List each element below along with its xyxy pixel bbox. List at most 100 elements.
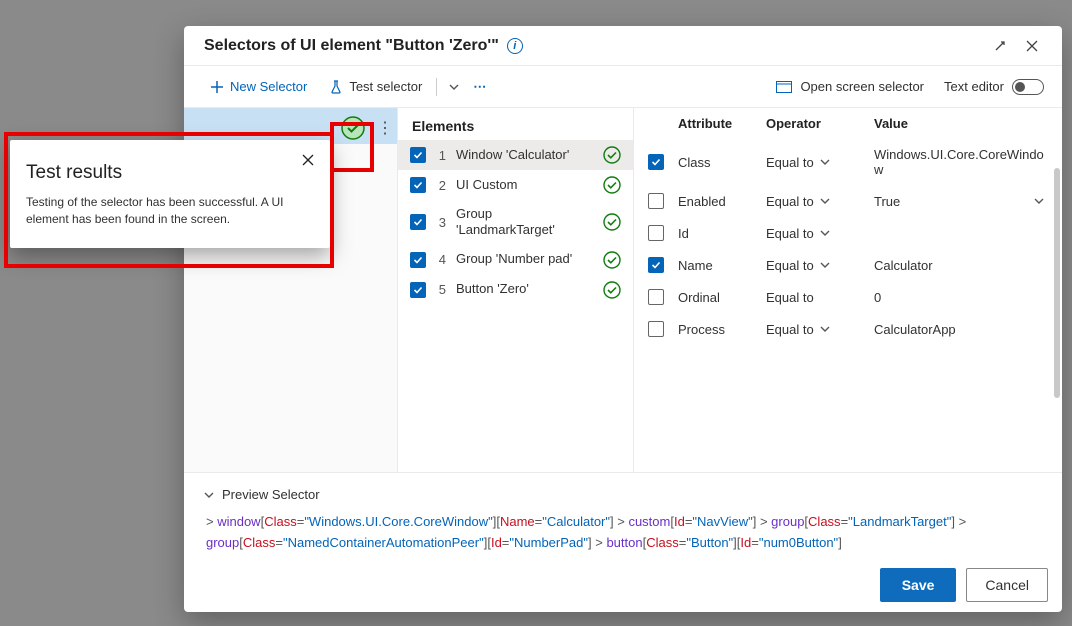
attribute-checkbox[interactable] bbox=[648, 321, 664, 337]
element-index: 1 bbox=[436, 148, 446, 163]
preview-token: "Calculator" bbox=[542, 514, 610, 529]
new-selector-label: New Selector bbox=[230, 79, 307, 94]
attribute-name: Id bbox=[678, 226, 758, 241]
test-selector-label: Test selector bbox=[349, 79, 422, 94]
element-checkbox[interactable] bbox=[410, 252, 426, 268]
operator-cell[interactable]: Equal to bbox=[766, 226, 866, 241]
preview-token: Class bbox=[808, 514, 841, 529]
attribute-name: Class bbox=[678, 155, 758, 170]
attribute-checkbox[interactable] bbox=[648, 193, 664, 209]
preview-token: "NavView" bbox=[692, 514, 752, 529]
preview-token: Class bbox=[243, 535, 276, 550]
annotation-status-highlight bbox=[330, 122, 374, 172]
attribute-checkbox[interactable] bbox=[648, 225, 664, 241]
dialog-header: Selectors of UI element "Button 'Zero'" … bbox=[184, 26, 1062, 66]
value-cell[interactable]: Calculator bbox=[874, 258, 1044, 273]
element-checkbox[interactable] bbox=[410, 177, 426, 193]
element-row[interactable]: 2UI Custom bbox=[398, 170, 633, 200]
operator-cell[interactable]: Equal to bbox=[766, 258, 866, 273]
preview-token: = bbox=[275, 535, 283, 550]
operator-cell[interactable]: Equal to bbox=[766, 155, 866, 170]
check-ok-icon bbox=[603, 213, 621, 231]
preview-selector-toggle[interactable]: Preview Selector bbox=[198, 483, 326, 506]
preview-token: Id bbox=[674, 514, 685, 529]
operator-cell[interactable]: Equal to bbox=[766, 290, 866, 305]
element-checkbox[interactable] bbox=[410, 282, 426, 298]
preview-token: Id bbox=[740, 535, 751, 550]
more-actions-button[interactable]: ⋯ bbox=[465, 75, 495, 99]
element-index: 5 bbox=[436, 282, 446, 297]
value-cell[interactable]: Windows.UI.Core.CoreWindow bbox=[874, 147, 1044, 177]
element-index: 4 bbox=[436, 252, 446, 267]
element-row[interactable]: 1Window 'Calculator' bbox=[398, 140, 633, 170]
value-cell[interactable]: 0 bbox=[874, 290, 1044, 305]
col-attribute: Attribute bbox=[678, 116, 758, 131]
preview-label: Preview Selector bbox=[222, 487, 320, 502]
preview-token: group bbox=[771, 514, 804, 529]
save-button[interactable]: Save bbox=[880, 568, 957, 602]
element-row[interactable]: 3 Group 'LandmarkTarget' bbox=[398, 200, 633, 245]
info-icon[interactable]: i bbox=[507, 38, 523, 54]
preview-token: "NumberPad" bbox=[509, 535, 588, 550]
check-ok-icon bbox=[603, 176, 621, 194]
attribute-checkbox[interactable] bbox=[648, 154, 664, 170]
element-checkbox[interactable] bbox=[410, 214, 426, 230]
attribute-checkbox[interactable] bbox=[648, 289, 664, 305]
open-screen-label: Open screen selector bbox=[800, 79, 924, 94]
annotation-popup-highlight bbox=[4, 132, 334, 268]
element-checkbox[interactable] bbox=[410, 147, 426, 163]
test-selector-button[interactable]: Test selector bbox=[321, 75, 430, 98]
attribute-row: NameEqual toCalculator bbox=[634, 249, 1058, 281]
attribute-row: ProcessEqual toCalculatorApp bbox=[634, 313, 1058, 345]
text-editor-label: Text editor bbox=[944, 79, 1004, 94]
close-icon[interactable] bbox=[1016, 30, 1048, 62]
preview-token: > bbox=[592, 535, 607, 550]
preview-token: group bbox=[206, 535, 239, 550]
restore-icon[interactable] bbox=[984, 30, 1016, 62]
attributes-column: Attribute Operator Value Class Equal to Wi… bbox=[634, 108, 1062, 472]
attribute-name: Enabled bbox=[678, 194, 758, 209]
element-row[interactable]: 5 Button 'Zero' bbox=[398, 275, 633, 305]
toggle-icon[interactable] bbox=[1012, 79, 1044, 95]
text-editor-toggle[interactable]: Text editor bbox=[944, 79, 1044, 95]
elements-header: Elements bbox=[398, 108, 633, 140]
check-ok-icon bbox=[603, 281, 621, 299]
preview-token: button bbox=[606, 535, 642, 550]
element-label: Group 'LandmarkTarget' bbox=[456, 206, 593, 239]
element-label: Group 'Number pad' bbox=[456, 251, 593, 267]
attribute-name: Ordinal bbox=[678, 290, 758, 305]
preview-token: Id bbox=[491, 535, 502, 550]
check-ok-icon bbox=[603, 146, 621, 164]
operator-cell[interactable]: Equal to bbox=[766, 194, 866, 209]
open-screen-selector-button[interactable]: Open screen selector bbox=[768, 75, 932, 98]
attribute-checkbox[interactable] bbox=[648, 257, 664, 273]
cancel-button[interactable]: Cancel bbox=[966, 568, 1048, 602]
footer: Preview Selector > window[Class="Windows… bbox=[184, 472, 1062, 612]
element-index: 3 bbox=[436, 215, 446, 230]
preview-token: "Button" bbox=[686, 535, 733, 550]
preview-token: custom bbox=[628, 514, 670, 529]
new-selector-button[interactable]: New Selector bbox=[202, 75, 315, 98]
preview-token: > bbox=[206, 514, 217, 529]
dialog-title: Selectors of UI element "Button 'Zero'" bbox=[204, 37, 499, 55]
operator-cell[interactable]: Equal to bbox=[766, 322, 866, 337]
selector-row-menu-icon[interactable]: ⋮ bbox=[373, 110, 397, 146]
attribute-row: Ordinal Equal to 0 bbox=[634, 281, 1058, 313]
col-operator: Operator bbox=[766, 116, 866, 131]
col-value: Value bbox=[874, 116, 1044, 131]
value-cell[interactable]: True bbox=[874, 194, 1044, 209]
test-selector-chevron[interactable] bbox=[443, 78, 465, 96]
preview-token: window bbox=[217, 514, 260, 529]
scrollbar[interactable] bbox=[1054, 168, 1060, 398]
check-ok-icon bbox=[603, 251, 621, 269]
toolbar-separator bbox=[436, 78, 437, 96]
value-cell[interactable]: CalculatorApp bbox=[874, 322, 1044, 337]
element-label: UI Custom bbox=[456, 177, 593, 193]
attribute-row: Class Equal to Windows.UI.Core.CoreWindow bbox=[634, 139, 1058, 185]
element-label: Button 'Zero' bbox=[456, 281, 593, 297]
attribute-row: Enabled Equal to True bbox=[634, 185, 1058, 217]
element-row[interactable]: 4 Group 'Number pad' bbox=[398, 245, 633, 275]
preview-token: Class bbox=[646, 535, 679, 550]
preview-body: > window[Class="Windows.UI.Core.CoreWind… bbox=[198, 506, 1048, 558]
selectors-dialog: Selectors of UI element "Button 'Zero'" … bbox=[184, 26, 1062, 612]
